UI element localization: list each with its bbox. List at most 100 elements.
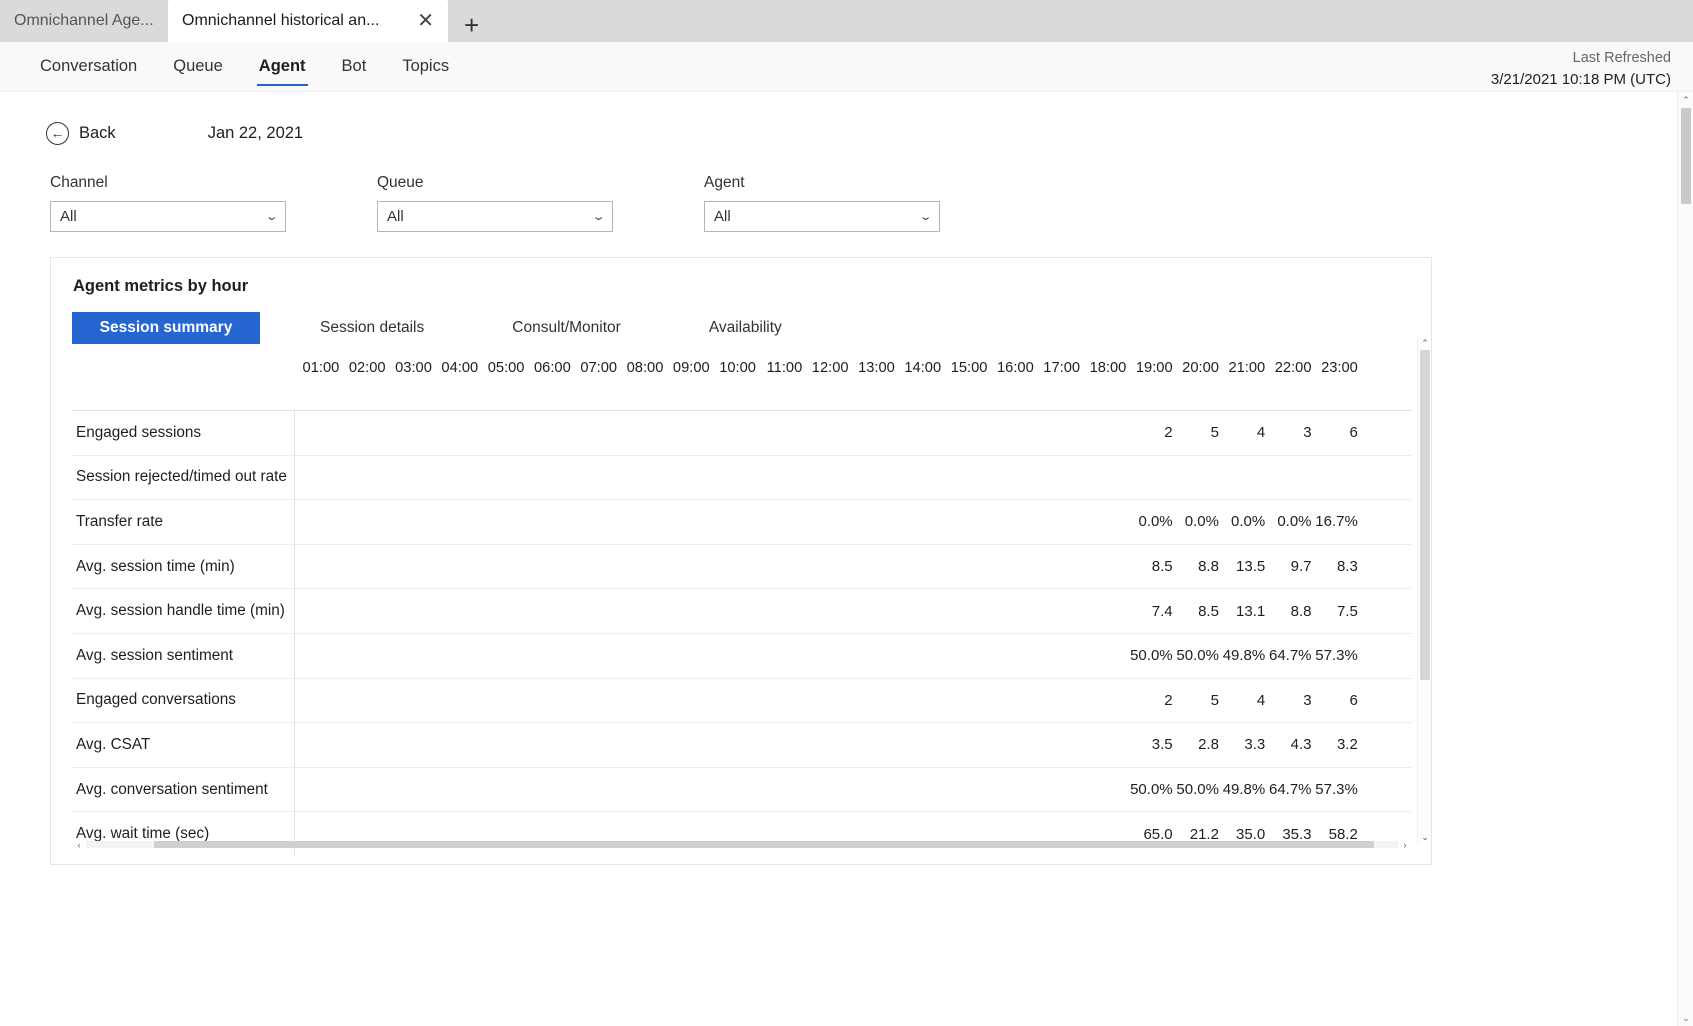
scroll-left-icon[interactable]: ‹ xyxy=(72,837,86,852)
hour-header-cells: 01:00 02:00 03:00 04:00 05:00 06:00 07:00 08:00… xyxy=(295,358,1360,379)
page-vertical-scrollbar[interactable]: ⌃ ⌄ xyxy=(1677,92,1693,1026)
scroll-up-icon[interactable]: ⌃ xyxy=(1418,336,1432,350)
metric-cell xyxy=(851,736,897,753)
metric-cell xyxy=(712,647,758,664)
page-scroll-down-icon[interactable]: ⌄ xyxy=(1678,1010,1693,1026)
grid-horizontal-scrollbar[interactable]: ‹ › xyxy=(72,837,1412,852)
metric-cell: 4 xyxy=(1256,691,1266,709)
hour-column-header: 16:00 xyxy=(996,360,1034,376)
browser-tab-active[interactable]: Omnichannel historical an... ✕ xyxy=(168,0,448,42)
nav-item-bot[interactable]: Bot xyxy=(324,42,385,92)
metric-cell xyxy=(619,603,665,620)
metric-name: Session rejected/timed out rate xyxy=(72,455,295,500)
hour-column-header: 11:00 xyxy=(766,360,803,376)
vertical-scroll-thumb[interactable] xyxy=(1420,350,1430,680)
metric-cell xyxy=(989,424,1035,441)
hour-column-header: 13:00 xyxy=(858,360,895,376)
horizontal-scroll-thumb[interactable] xyxy=(154,841,1374,848)
plus-icon[interactable]: + xyxy=(448,12,495,42)
metric-cell xyxy=(295,424,341,441)
nav-item-label: Bot xyxy=(341,57,367,75)
metric-cell xyxy=(573,647,619,664)
metric-cell xyxy=(619,424,665,441)
metric-cell xyxy=(989,736,1035,753)
metric-cell xyxy=(897,603,943,620)
metric-cell xyxy=(573,558,619,575)
hour-column-header: 07:00 xyxy=(580,360,618,376)
pivot-tabs: Session summary Session details Consult/… xyxy=(72,312,1431,344)
tab-label: Session summary xyxy=(99,319,233,336)
metric-name: Engaged sessions xyxy=(72,410,295,456)
metric-values: 3.5 2.8 3.3 4.3 3.2 xyxy=(295,736,1360,753)
metric-name: Engaged conversations xyxy=(72,678,295,723)
metric-cell: 16.7% xyxy=(1315,513,1358,531)
metric-cell xyxy=(573,513,619,530)
back-button[interactable]: ← Back xyxy=(46,121,116,145)
page-scroll-thumb[interactable] xyxy=(1681,108,1691,204)
metric-name: Avg. session time (min) xyxy=(72,544,295,589)
agent-dropdown[interactable]: All ⌄ xyxy=(704,201,940,232)
hour-column-header: 18:00 xyxy=(1089,360,1127,376)
metric-cell xyxy=(526,513,572,530)
tab-session-details[interactable]: Session details xyxy=(292,312,452,344)
grid-vertical-scrollbar[interactable]: ⌃ ⌄ xyxy=(1417,336,1431,844)
metric-cell xyxy=(1082,736,1128,753)
metric-cell xyxy=(388,513,434,530)
metric-cell: 7.5 xyxy=(1336,602,1358,620)
metric-cell xyxy=(851,647,897,664)
channel-dropdown[interactable]: All ⌄ xyxy=(50,201,286,232)
metric-cell xyxy=(897,781,943,798)
nav-item-label: Agent xyxy=(258,57,306,75)
metrics-grid: 01:00 02:00 03:00 04:00 05:00 06:00 07:00 08:00… xyxy=(72,348,1412,857)
metric-cell xyxy=(480,424,526,441)
metric-cell xyxy=(341,513,387,530)
tab-consult-monitor[interactable]: Consult/Monitor xyxy=(484,312,649,344)
table-row: Engaged conversations 2 5 4 3 6 xyxy=(72,677,1412,723)
page-scroll-up-icon[interactable]: ⌃ xyxy=(1678,92,1693,108)
filter-agent: Agent All ⌄ xyxy=(704,174,940,232)
table-row: Session rejected/timed out rate xyxy=(72,454,1412,500)
metric-cell: 7.4 xyxy=(1151,602,1173,620)
metric-cell: 5 xyxy=(1210,691,1219,709)
hour-column-header: 01:00 xyxy=(302,360,340,376)
metric-cell: 0.0% xyxy=(1138,513,1173,531)
nav-item-conversation[interactable]: Conversation xyxy=(22,42,155,92)
metric-cell xyxy=(665,692,711,709)
scroll-down-icon[interactable]: ⌄ xyxy=(1418,830,1432,844)
metric-cell xyxy=(526,781,572,798)
metric-cell xyxy=(897,424,943,441)
close-icon[interactable]: ✕ xyxy=(417,11,434,31)
nav-item-topics[interactable]: Topics xyxy=(384,42,467,92)
metric-cell: 0.0% xyxy=(1277,513,1312,531)
chevron-down-icon: ⌄ xyxy=(591,211,606,223)
hour-column-header: 08:00 xyxy=(626,360,664,376)
channel-dropdown-value: All xyxy=(60,208,77,225)
metric-cell xyxy=(943,736,989,753)
tab-availability[interactable]: Availability xyxy=(681,312,810,344)
metric-cell xyxy=(526,692,572,709)
metric-name: Avg. CSAT xyxy=(72,722,295,768)
nav-item-queue[interactable]: Queue xyxy=(155,42,241,92)
nav-item-agent[interactable]: Agent xyxy=(241,42,324,92)
metric-cell xyxy=(341,603,387,620)
hour-column-header: 06:00 xyxy=(534,360,571,376)
metric-cell: 3 xyxy=(1303,691,1312,709)
metric-cell xyxy=(804,692,850,709)
browser-tab-inactive[interactable]: Omnichannel Age... xyxy=(0,0,168,42)
metric-cell xyxy=(573,781,619,798)
metric-cell: 0.0% xyxy=(1231,513,1266,531)
queue-dropdown[interactable]: All ⌄ xyxy=(377,201,613,232)
hour-column-header: 03:00 xyxy=(395,360,432,376)
metric-cell: 3.3 xyxy=(1244,736,1266,754)
metric-cell xyxy=(851,513,897,530)
scroll-right-icon[interactable]: › xyxy=(1398,837,1412,852)
metric-cell xyxy=(619,647,665,664)
tab-session-summary[interactable]: Session summary xyxy=(72,312,260,344)
metric-values: 7.4 8.5 13.1 8.8 7.5 xyxy=(295,603,1360,620)
metric-cell xyxy=(851,781,897,798)
hour-column-header: 22:00 xyxy=(1274,360,1312,376)
metric-cell xyxy=(388,603,434,620)
filter-label: Channel xyxy=(50,174,108,191)
metric-cell xyxy=(1036,603,1082,620)
table-row: Transfer rate 0.0% 0.0% 0.0% 0.0% 16.7% xyxy=(72,499,1412,545)
